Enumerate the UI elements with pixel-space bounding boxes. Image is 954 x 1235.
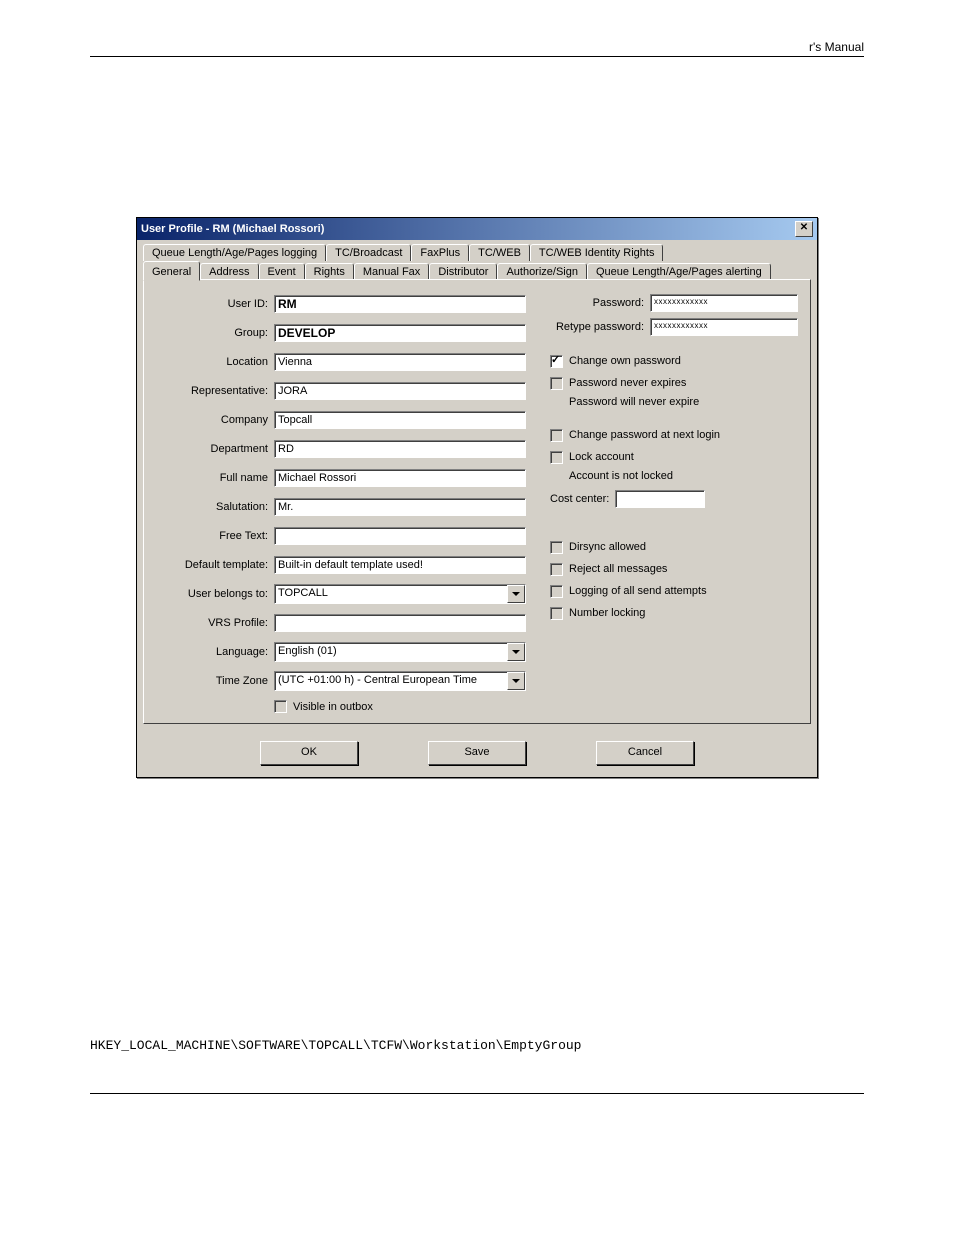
logging-all-send-checkbox[interactable] [550, 585, 563, 598]
user-belongs-combo[interactable]: TOPCALL [274, 584, 526, 604]
tab-tc-broadcast[interactable]: TC/Broadcast [326, 244, 411, 261]
change-password-next-login-label: Change password at next login [569, 429, 720, 441]
tab-distributor[interactable]: Distributor [429, 263, 497, 280]
representative-label: Representative: [156, 385, 274, 397]
user-belongs-label: User belongs to: [156, 588, 274, 600]
save-button[interactable]: Save [428, 741, 526, 765]
visible-in-outbox-checkbox[interactable] [274, 700, 287, 713]
company-field[interactable] [274, 411, 526, 429]
dirsync-allowed-checkbox[interactable] [550, 541, 563, 554]
user-belongs-value: TOPCALL [275, 585, 507, 603]
group-field[interactable] [274, 324, 526, 342]
location-field[interactable] [274, 353, 526, 371]
titlebar: User Profile - RM (Michael Rossori) ✕ [137, 218, 817, 240]
visible-in-outbox-label: Visible in outbox [293, 701, 373, 713]
chevron-down-icon[interactable] [507, 672, 525, 690]
header-text: r's Manual [809, 40, 864, 54]
cost-center-label: Cost center: [550, 493, 609, 505]
document-header: r's Manual [90, 40, 864, 57]
dialog-title: User Profile - RM (Michael Rossori) [141, 223, 324, 235]
change-own-password-label: Change own password [569, 355, 681, 367]
free-text-field[interactable] [274, 527, 526, 545]
logging-all-send-label: Logging of all send attempts [569, 585, 707, 597]
chevron-down-icon[interactable] [507, 643, 525, 661]
tabs-area: Queue Length/Age/Pages logging TC/Broadc… [137, 240, 817, 280]
salutation-label: Salutation: [156, 501, 274, 513]
reject-all-messages-label: Reject all messages [569, 563, 667, 575]
tab-tcweb-identity[interactable]: TC/WEB Identity Rights [530, 244, 664, 261]
vrs-profile-field[interactable] [274, 614, 526, 632]
full-name-field[interactable] [274, 469, 526, 487]
tab-faxplus[interactable]: FaxPlus [411, 244, 469, 261]
representative-field[interactable] [274, 382, 526, 400]
account-not-locked-note: Account is not locked [544, 470, 798, 482]
dirsync-allowed-label: Dirsync allowed [569, 541, 646, 553]
vrs-profile-label: VRS Profile: [156, 617, 274, 629]
free-text-label: Free Text: [156, 530, 274, 542]
language-value: English (01) [275, 643, 507, 661]
password-label: Password: [544, 297, 650, 309]
tab-panel-general: User ID: Group: Location Representative: [143, 279, 811, 724]
close-icon[interactable]: ✕ [795, 221, 813, 237]
tab-general[interactable]: General [143, 261, 200, 281]
tab-queue-logging[interactable]: Queue Length/Age/Pages logging [143, 244, 326, 261]
password-never-expires-label: Password never expires [569, 377, 686, 389]
password-never-expires-checkbox[interactable] [550, 377, 563, 390]
cost-center-field[interactable] [615, 490, 705, 508]
tab-rights[interactable]: Rights [305, 263, 354, 280]
tab-authorize-sign[interactable]: Authorize/Sign [497, 263, 587, 280]
language-label: Language: [156, 646, 274, 658]
password-field[interactable]: xxxxxxxxxxxx [650, 294, 798, 312]
tab-queue-alerting[interactable]: Queue Length/Age/Pages alerting [587, 263, 771, 280]
user-id-label: User ID: [156, 298, 274, 310]
right-column: Password: xxxxxxxxxxxx Retype password: … [544, 294, 798, 713]
lock-account-label: Lock account [569, 451, 634, 463]
retype-password-label: Retype password: [544, 321, 650, 333]
ok-button[interactable]: OK [260, 741, 358, 765]
number-locking-checkbox[interactable] [550, 607, 563, 620]
registry-path: HKEY_LOCAL_MACHINE\SOFTWARE\TOPCALL\TCFW… [90, 1038, 864, 1053]
user-id-field[interactable] [274, 295, 526, 313]
number-locking-label: Number locking [569, 607, 645, 619]
default-template-field[interactable] [274, 556, 526, 574]
group-label: Group: [156, 327, 274, 339]
retype-password-field[interactable]: xxxxxxxxxxxx [650, 318, 798, 336]
button-row: OK Save Cancel [137, 731, 817, 777]
full-name-label: Full name [156, 472, 274, 484]
footer-rule [90, 1093, 864, 1094]
department-label: Department [156, 443, 274, 455]
default-template-label: Default template: [156, 559, 274, 571]
user-profile-dialog: User Profile - RM (Michael Rossori) ✕ Qu… [136, 217, 818, 778]
language-combo[interactable]: English (01) [274, 642, 526, 662]
company-label: Company [156, 414, 274, 426]
department-field[interactable] [274, 440, 526, 458]
location-label: Location [156, 356, 274, 368]
cancel-button[interactable]: Cancel [596, 741, 694, 765]
change-own-password-checkbox[interactable] [550, 355, 563, 368]
reject-all-messages-checkbox[interactable] [550, 563, 563, 576]
time-zone-label: Time Zone [156, 675, 274, 687]
change-password-next-login-checkbox[interactable] [550, 429, 563, 442]
password-never-expire-note: Password will never expire [544, 396, 798, 408]
time-zone-value: (UTC +01:00 h) - Central European Time [275, 672, 507, 690]
tab-tcweb[interactable]: TC/WEB [469, 244, 530, 261]
tab-manual-fax[interactable]: Manual Fax [354, 263, 429, 280]
tab-address[interactable]: Address [200, 263, 258, 280]
lock-account-checkbox[interactable] [550, 451, 563, 464]
tab-event[interactable]: Event [259, 263, 305, 280]
salutation-field[interactable] [274, 498, 526, 516]
time-zone-combo[interactable]: (UTC +01:00 h) - Central European Time [274, 671, 526, 691]
chevron-down-icon[interactable] [507, 585, 525, 603]
left-column: User ID: Group: Location Representative: [156, 294, 526, 713]
